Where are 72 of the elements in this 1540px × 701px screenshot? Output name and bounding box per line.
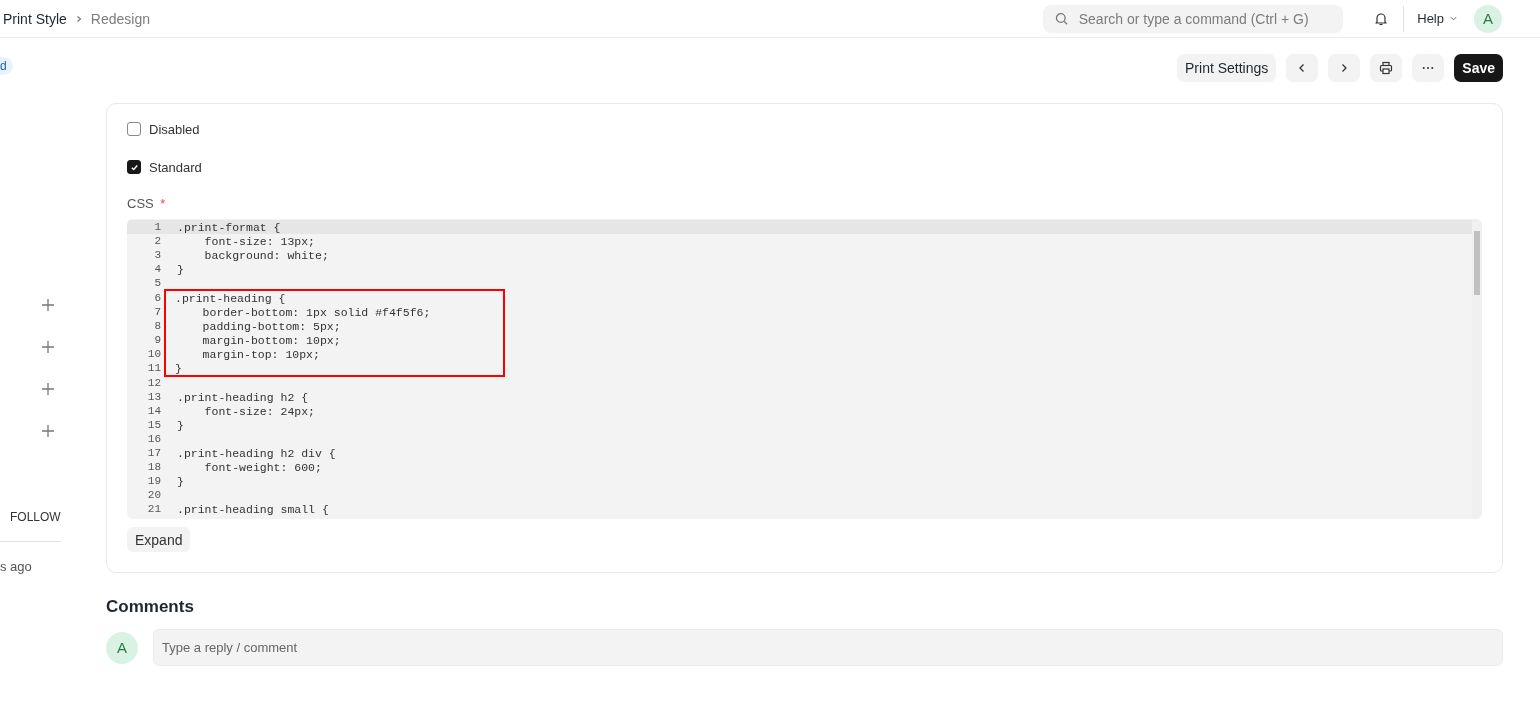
help-menu[interactable]: Help: [1417, 11, 1458, 26]
checkbox[interactable]: [127, 122, 141, 136]
code-line: border-bottom: 1px solid #f4f5f6;: [201, 305, 431, 319]
checkbox-label: Standard: [149, 159, 202, 175]
code-line: padding-bottom: 5px;: [201, 319, 341, 333]
code-line: font-weight: 600;: [203, 460, 322, 474]
code-line: .print-heading {: [175, 291, 286, 305]
next-button[interactable]: [1328, 54, 1361, 82]
line-number: 14: [146, 405, 162, 417]
line-number: 2: [153, 235, 162, 247]
search-icon: [1055, 11, 1069, 26]
line-number: 18: [146, 461, 162, 473]
line-number: 8: [153, 320, 162, 332]
code-line: .print-format {: [177, 220, 281, 234]
chevron-down-icon: [1449, 14, 1458, 23]
line-number: 3: [153, 249, 162, 261]
line-number: 13: [146, 391, 162, 403]
checkbox[interactable]: [127, 160, 141, 174]
user-avatar: A: [106, 631, 138, 664]
breadcrumb-link[interactable]: Redesign: [90, 10, 150, 27]
code-line: margin-bottom: 10px;: [201, 333, 341, 347]
breadcrumb-link[interactable]: Print Style: [3, 10, 67, 27]
line-number: 20: [146, 489, 162, 501]
checkbox-label: Disabled: [149, 121, 200, 137]
timestamp-text: s ago: [0, 559, 32, 574]
add-icon[interactable]: [41, 298, 55, 312]
line-number: 17: [146, 447, 162, 459]
ellipsis-icon: [1422, 66, 1435, 70]
line-number: 15: [146, 419, 162, 431]
chevron-right-icon: [74, 14, 83, 23]
comments-heading: Comments: [106, 597, 195, 617]
status-pill: d: [0, 57, 13, 75]
code-line: .print-heading h2 div {: [177, 446, 336, 460]
scrollbar[interactable]: [1472, 219, 1482, 519]
add-icon[interactable]: [41, 340, 55, 354]
follow-link[interactable]: FOLLOW: [10, 510, 61, 524]
code-line: .print-heading small {: [177, 502, 329, 516]
line-number: 16: [146, 433, 162, 445]
code-line: .print-heading h2 {: [177, 390, 309, 404]
line-number: 5: [153, 277, 162, 289]
line-number: 7: [153, 306, 162, 318]
code-line: font-size: 24px;: [203, 404, 316, 418]
user-avatar[interactable]: A: [1474, 4, 1502, 33]
field-label: CSS: [127, 196, 154, 211]
line-number: 10: [146, 348, 162, 360]
code-line: background: white;: [203, 248, 329, 262]
line-number: 11: [146, 362, 162, 374]
code-line: }: [175, 361, 182, 375]
required-mark: *: [160, 196, 166, 211]
check-icon: [129, 162, 139, 172]
printer-icon: [1379, 61, 1394, 75]
code-line: }: [177, 262, 184, 276]
comment-field[interactable]: Type a reply / comment: [153, 629, 1503, 666]
print-button[interactable]: [1370, 54, 1403, 82]
save-button[interactable]: Save: [1454, 54, 1503, 82]
add-icon[interactable]: [41, 424, 55, 438]
line-number: 19: [146, 475, 162, 487]
print-settings-button[interactable]: Print Settings: [1177, 54, 1277, 82]
expand-button[interactable]: Expand: [127, 527, 191, 552]
code-line: }: [177, 474, 184, 488]
add-icon[interactable]: [41, 382, 55, 396]
line-number: 9: [153, 334, 162, 346]
previous-button[interactable]: [1286, 54, 1319, 82]
line-number: 6: [153, 292, 162, 304]
code-line: margin-top: 10px;: [201, 347, 320, 361]
search-field[interactable]: Search or type a command (Ctrl + G): [1043, 4, 1344, 33]
line-number: 4: [153, 263, 162, 275]
line-number: 21: [146, 503, 162, 515]
code-line: }: [177, 418, 184, 432]
line-number: 12: [146, 377, 162, 389]
code-line: font-size: 13px;: [203, 234, 316, 248]
line-number: 1: [153, 221, 162, 233]
